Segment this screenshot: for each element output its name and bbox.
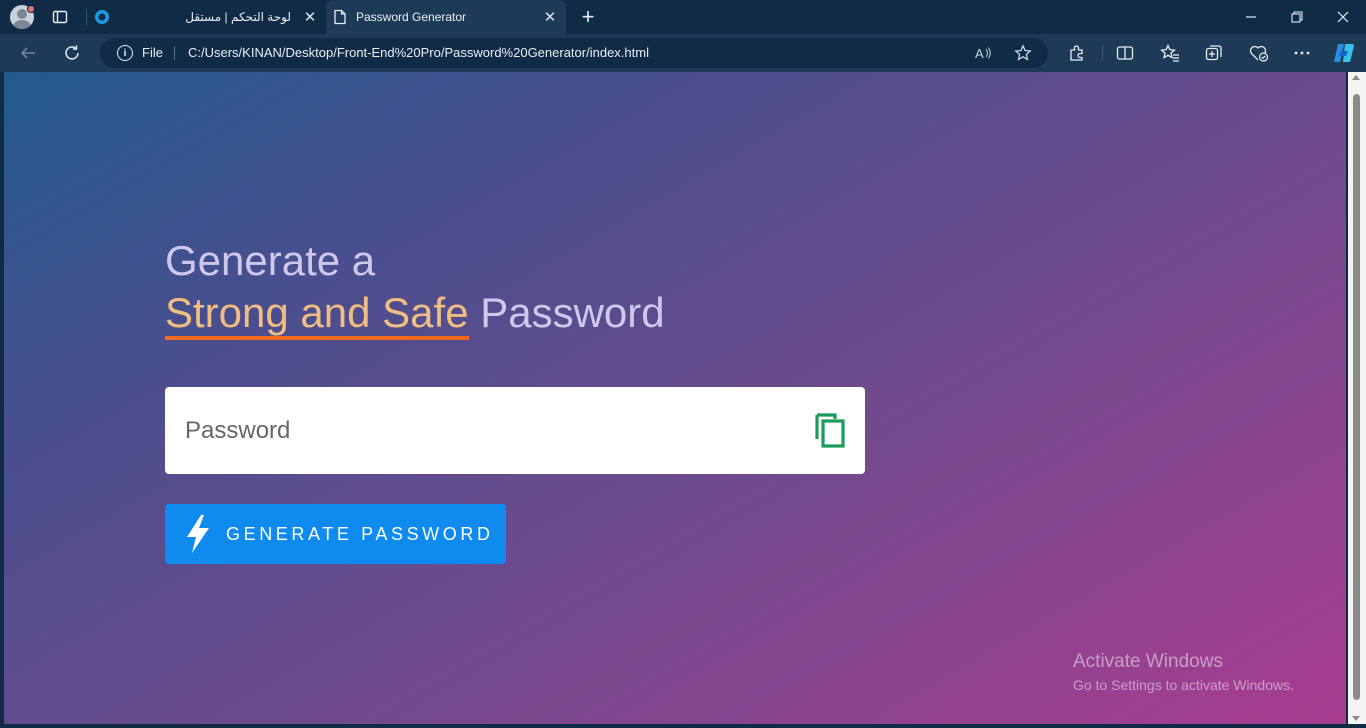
svg-text:A: A [975, 46, 984, 60]
close-tab-icon[interactable]: ✕ [539, 6, 561, 28]
extensions-icon[interactable] [1063, 40, 1091, 66]
address-bar[interactable]: i File C:/Users/KINAN/Desktop/Front-End%… [100, 38, 1048, 68]
split-screen-icon[interactable] [1111, 40, 1139, 66]
refresh-icon[interactable] [58, 40, 86, 66]
restore-button[interactable] [1274, 0, 1320, 34]
page-viewport: Generate a Strong and Safe Password GENE… [4, 72, 1346, 724]
generate-password-button[interactable]: GENERATE PASSWORD [165, 504, 506, 564]
heading-rest-text: Password [468, 289, 665, 336]
browser-toolbar: i File C:/Users/KINAN/Desktop/Front-End%… [0, 34, 1366, 72]
password-field[interactable] [185, 387, 785, 474]
browser-tab-strip: لوحة التحكم | مستقل ✕ Password Generator… [0, 0, 1366, 34]
window-close-button[interactable] [1320, 0, 1366, 34]
scheme-label: File [142, 45, 163, 60]
favorites-icon[interactable] [1156, 40, 1184, 66]
heading-line-one: Generate a [165, 237, 376, 284]
tab-mostaql[interactable]: لوحة التحكم | مستقل ✕ [88, 0, 326, 34]
file-page-icon [332, 9, 348, 25]
vertical-scrollbar[interactable] [1348, 72, 1366, 724]
generate-button-label: GENERATE PASSWORD [226, 523, 494, 544]
url-text[interactable]: C:/Users/KINAN/Desktop/Front-End%20Pro/P… [188, 45, 649, 60]
copy-icon[interactable] [813, 411, 847, 449]
tab-title: Password Generator [356, 10, 467, 24]
site-info-icon[interactable]: i [117, 45, 133, 61]
close-tab-icon[interactable]: ✕ [299, 6, 321, 28]
collections-icon[interactable] [1200, 40, 1228, 66]
heading-accent-text: Strong and Safe [165, 290, 469, 340]
scroll-down-arrow-icon[interactable] [1352, 716, 1360, 721]
page-heading: Generate a Strong and Safe Password [165, 235, 665, 340]
tab-title: لوحة التحكم | مستقل [185, 10, 291, 24]
scroll-thumb[interactable] [1353, 94, 1360, 700]
toolbar-divider [1102, 45, 1103, 61]
lightning-bolt-icon [187, 515, 209, 553]
browser-essentials-icon[interactable] [1245, 40, 1273, 66]
new-tab-button[interactable]: + [576, 4, 600, 29]
read-aloud-icon[interactable]: A [973, 43, 995, 63]
tab-password-generator[interactable]: Password Generator ✕ [326, 0, 566, 34]
watermark-subtitle: Go to Settings to activate Windows. [1073, 677, 1294, 693]
favorite-star-icon[interactable] [1012, 43, 1034, 63]
mostaql-favicon-icon [94, 9, 110, 25]
more-options-icon[interactable] [1288, 40, 1316, 66]
back-icon[interactable] [14, 40, 42, 66]
profile-notification-dot [27, 5, 35, 13]
scroll-up-arrow-icon[interactable] [1352, 75, 1360, 80]
tab-actions-icon[interactable] [47, 4, 73, 30]
minimize-button[interactable] [1228, 0, 1274, 34]
password-display-box [165, 387, 865, 474]
address-divider [174, 46, 175, 60]
watermark-title: Activate Windows [1073, 651, 1223, 672]
activate-windows-watermark: Activate Windows Go to Settings to activ… [1073, 651, 1294, 693]
tab-strip-divider [86, 9, 87, 25]
copilot-icon[interactable] [1330, 40, 1358, 66]
